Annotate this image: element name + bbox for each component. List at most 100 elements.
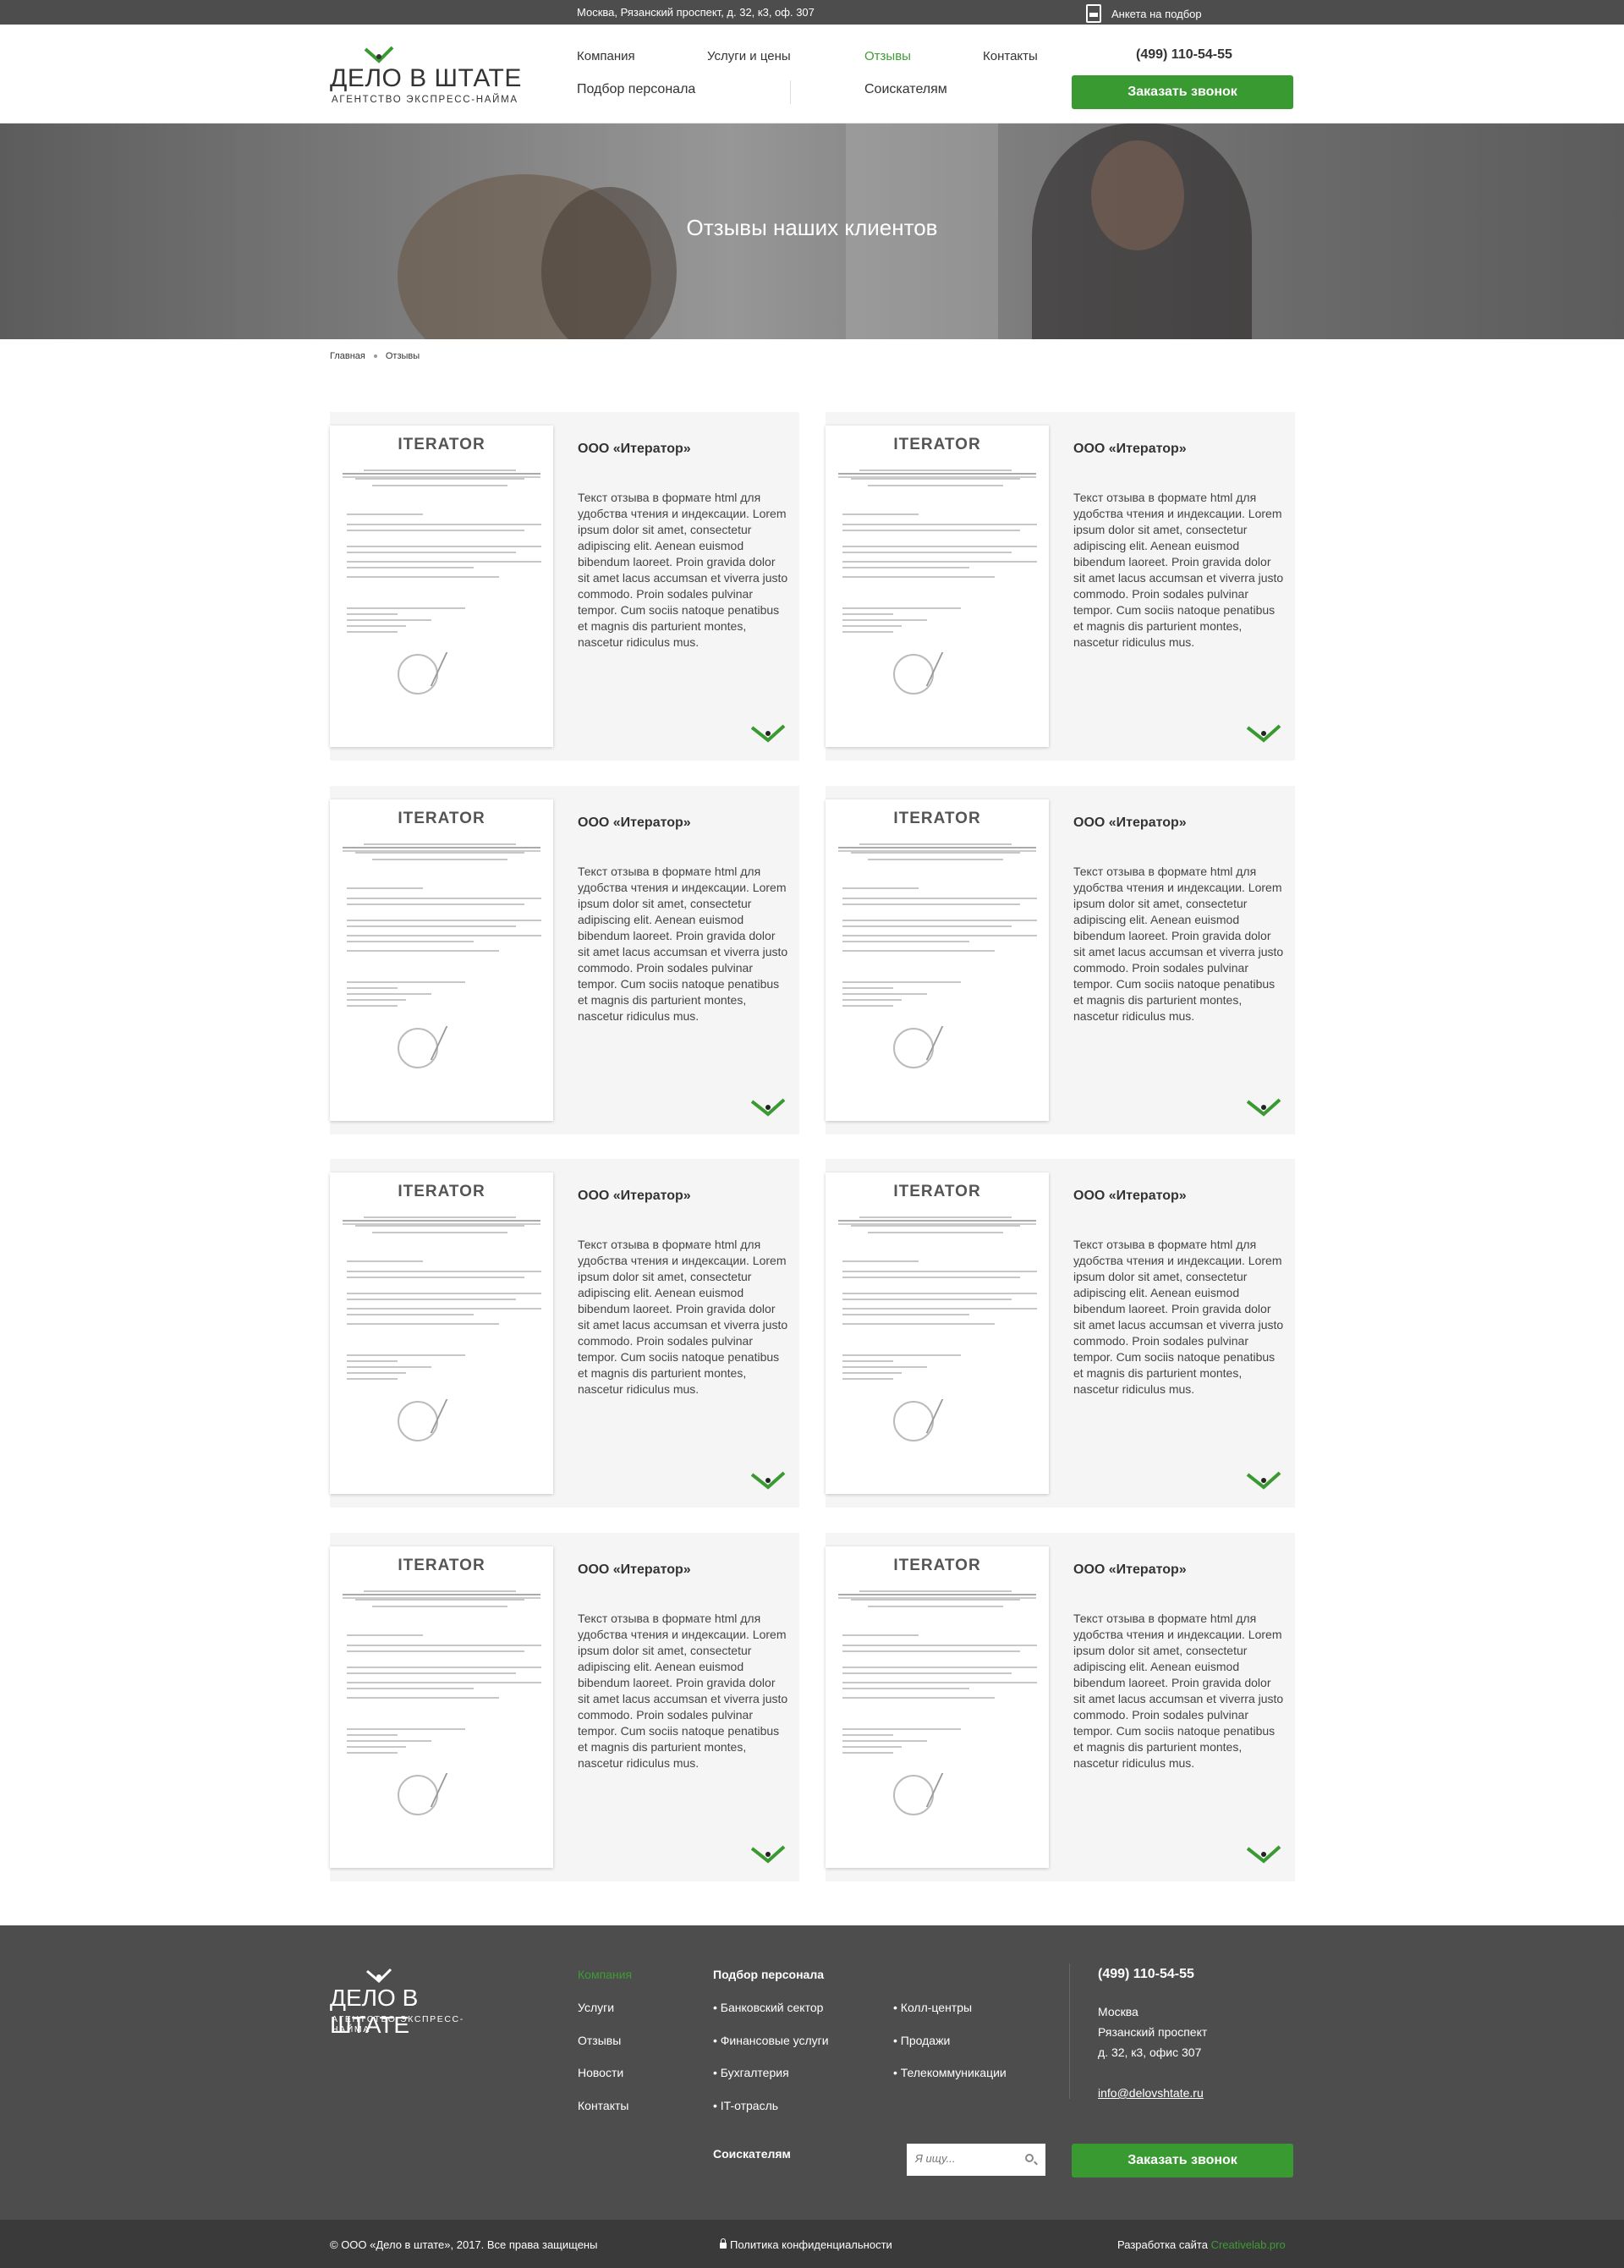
logo-check-icon <box>364 46 394 63</box>
review-company: ООО «Итератор» <box>1073 815 1187 830</box>
anketa-link[interactable]: Анкета на подбор <box>1086 4 1202 23</box>
footer-logo-check-icon <box>366 1968 392 1984</box>
expand-chevron-icon[interactable] <box>1245 1470 1282 1491</box>
review-card[interactable]: ITERATOR ООО «Итератор» Текст отзыва в ф… <box>826 1159 1295 1507</box>
document-icon <box>1086 4 1101 23</box>
nav-services[interactable]: Услуги и цены <box>707 49 791 63</box>
footer-link-company[interactable]: Компания <box>578 1968 632 1981</box>
review-company: ООО «Итератор» <box>1073 442 1187 456</box>
review-card[interactable]: ITERATOR ООО «Итератор» Текст отзыва в ф… <box>826 786 1295 1134</box>
breadcrumb-separator <box>373 354 377 358</box>
expand-chevron-icon[interactable] <box>749 1470 787 1491</box>
footer-link-sales[interactable]: • Продажи <box>893 2034 950 2047</box>
review-text: Текст отзыва в формате html для удобства… <box>1073 865 1284 1023</box>
review-text: Текст отзыва в формате html для удобства… <box>578 865 788 1023</box>
review-card[interactable]: ITERATOR ООО «Итератор» Текст отзыва в ф… <box>826 412 1295 761</box>
review-card[interactable]: ITERATOR ООО «Итератор» Текст отзыва в ф… <box>330 412 799 761</box>
footer-link-banking[interactable]: • Банковский сектор <box>713 2001 823 2014</box>
stamp-icon <box>893 1028 934 1068</box>
review-letter-image[interactable]: ITERATOR <box>330 1172 553 1494</box>
footer-link-reviews[interactable]: Отзывы <box>578 2034 621 2047</box>
review-company: ООО «Итератор» <box>1073 1562 1187 1577</box>
callback-button[interactable]: Заказать звонок <box>1072 75 1293 109</box>
header-phone[interactable]: (499) 110-54-55 <box>1136 47 1232 63</box>
footer-email[interactable]: info@delovshtate.ru <box>1098 2086 1204 2100</box>
stamp-icon <box>398 654 438 695</box>
footer-logo[interactable]: ДЕЛО В ШТАТЕ АГЕНТСТВО ЭКСПРЕСС-НАЙМА <box>330 1968 499 2038</box>
letterhead-logo: ITERATOR <box>893 436 981 453</box>
expand-chevron-icon[interactable] <box>1245 1844 1282 1864</box>
privacy-label: Политика конфиденциальности <box>730 2238 892 2251</box>
footer-address-office: д. 32, к3, офис 307 <box>1098 2046 1202 2059</box>
footer-link-services[interactable]: Услуги <box>578 2001 614 2014</box>
footer-link-news[interactable]: Новости <box>578 2066 623 2079</box>
letterhead-logo: ITERATOR <box>398 436 486 453</box>
review-letter-image[interactable]: ITERATOR <box>826 1172 1049 1494</box>
footer-phone[interactable]: (499) 110-54-55 <box>1098 1967 1194 1982</box>
review-company: ООО «Итератор» <box>578 1189 691 1203</box>
stamp-icon <box>398 1401 438 1442</box>
search-input[interactable] <box>915 2152 1017 2165</box>
copyright: © ООО «Дело в штате», 2017. Все права за… <box>330 2238 598 2251</box>
search-icon[interactable] <box>1025 2154 1034 2162</box>
review-letter-image[interactable]: ITERATOR <box>330 1546 553 1868</box>
review-card[interactable]: ITERATOR ООО «Итератор» Текст отзыва в ф… <box>826 1533 1295 1881</box>
review-letter-image[interactable]: ITERATOR <box>330 799 553 1121</box>
footer-link-accounting[interactable]: • Бухгалтерия <box>713 2066 789 2079</box>
expand-chevron-icon[interactable] <box>1245 723 1282 744</box>
letterhead-logo: ITERATOR <box>893 810 981 827</box>
logo-name: ДЕЛО В ШТАТЕ <box>330 64 522 92</box>
footer-address-city: Москва <box>1098 2005 1138 2018</box>
lock-icon <box>720 2238 727 2249</box>
stamp-icon <box>893 654 934 695</box>
footer-selection-heading[interactable]: Подбор персонала <box>713 1968 824 1981</box>
footer-divider <box>1069 1963 1070 2099</box>
developer-link[interactable]: Creativelab.pro <box>1211 2238 1286 2251</box>
developer-credit: Разработка сайта Creativelab.pro <box>1117 2238 1286 2251</box>
footer-callback-button[interactable]: Заказать звонок <box>1072 2144 1293 2177</box>
stamp-icon <box>398 1028 438 1068</box>
review-letter-image[interactable]: ITERATOR <box>826 426 1049 747</box>
nav-selection[interactable]: Подбор персонала <box>577 82 695 97</box>
review-letter-image[interactable]: ITERATOR <box>826 799 1049 1121</box>
footer-link-callcenters[interactable]: • Колл-центры <box>893 2001 972 2014</box>
breadcrumb-home[interactable]: Главная <box>330 351 365 361</box>
nav-reviews[interactable]: Отзывы <box>864 49 911 63</box>
review-text: Текст отзыва в формате html для удобства… <box>1073 1238 1284 1396</box>
review-company: ООО «Итератор» <box>578 442 691 456</box>
anketa-label: Анкета на подбор <box>1111 7 1202 20</box>
footer-link-finance[interactable]: • Финансовые услуги <box>713 2034 829 2047</box>
review-card[interactable]: ITERATOR ООО «Итератор» Текст отзыва в ф… <box>330 1159 799 1507</box>
footer-applicants[interactable]: Соискателям <box>713 2147 791 2161</box>
expand-chevron-icon[interactable] <box>1245 1097 1282 1118</box>
footer-logo-tagline: АГЕНТСТВО ЭКСПРЕСС-НАЙМА <box>332 2014 464 2035</box>
footer-link-it[interactable]: • IT-отрасль <box>713 2099 778 2112</box>
footer-link-telecom[interactable]: • Телекоммуникации <box>893 2066 1007 2079</box>
footer-link-contacts[interactable]: Контакты <box>578 2099 628 2112</box>
header: ДЕЛО В ШТАТЕ АГЕНТСТВО ЭКСПРЕСС-НАЙМА Ко… <box>0 25 1624 124</box>
footer-address-street: Рязанский проспект <box>1098 2025 1208 2039</box>
bottom-bar: © ООО «Дело в штате», 2017. Все права за… <box>0 2220 1624 2268</box>
developer-label: Разработка сайта <box>1117 2238 1208 2251</box>
review-company: ООО «Итератор» <box>578 1562 691 1577</box>
page-title: Отзывы наших клиентов <box>686 215 938 240</box>
review-company: ООО «Итератор» <box>1073 1189 1187 1203</box>
footer-search <box>907 2144 1045 2176</box>
expand-chevron-icon[interactable] <box>749 723 787 744</box>
logo-tagline: АГЕНТСТВО ЭКСПРЕСС-НАЙМА <box>332 95 518 105</box>
review-letter-image[interactable]: ITERATOR <box>330 426 553 747</box>
review-letter-image[interactable]: ITERATOR <box>826 1546 1049 1868</box>
review-text: Текст отзыва в формате html для удобства… <box>578 491 788 649</box>
expand-chevron-icon[interactable] <box>749 1097 787 1118</box>
nav-contacts[interactable]: Контакты <box>983 49 1038 63</box>
review-card[interactable]: ITERATOR ООО «Итератор» Текст отзыва в ф… <box>330 786 799 1134</box>
footer: ДЕЛО В ШТАТЕ АГЕНТСТВО ЭКСПРЕСС-НАЙМА Ко… <box>0 1925 1624 2220</box>
review-card[interactable]: ITERATOR ООО «Итератор» Текст отзыва в ф… <box>330 1533 799 1881</box>
letterhead-logo: ITERATOR <box>398 810 486 827</box>
nav-applicants[interactable]: Соискателям <box>864 82 947 97</box>
expand-chevron-icon[interactable] <box>749 1844 787 1864</box>
logo[interactable]: ДЕЛО В ШТАТЕ АГЕНТСТВО ЭКСПРЕСС-НАЙМА <box>330 46 529 109</box>
nav-company[interactable]: Компания <box>577 49 635 63</box>
stamp-icon <box>398 1775 438 1815</box>
privacy-link[interactable]: Политика конфиденциальности <box>720 2238 892 2251</box>
